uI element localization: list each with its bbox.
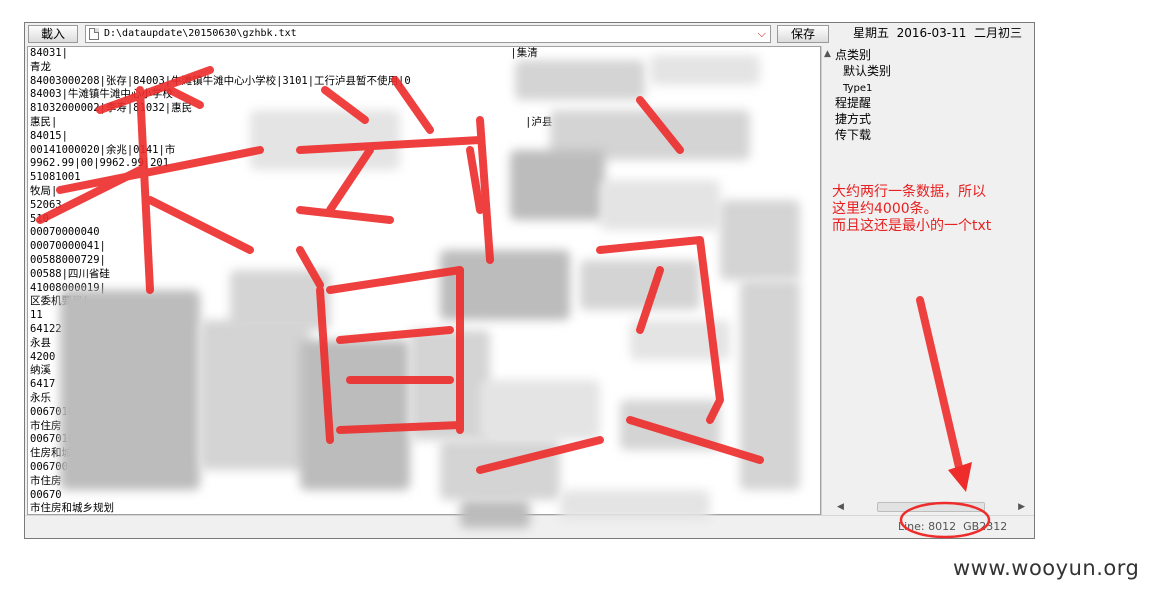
stroke-22: [626, 416, 764, 464]
stroke-12: [296, 206, 394, 224]
stroke-11: [466, 146, 484, 214]
arrow-head: [948, 462, 972, 492]
annotation-line: 这里约4000条。: [832, 201, 938, 217]
stroke-7: [321, 86, 369, 124]
stroke-6: [166, 86, 204, 109]
stroke-16: [336, 326, 454, 344]
stroke-10: [326, 146, 374, 214]
stroke-14: [316, 286, 334, 444]
stroke-24: [476, 116, 494, 264]
annotation-line: 大约两行一条数据，所以: [832, 184, 986, 200]
stroke-13: [296, 246, 324, 289]
watermark: www.wooyun.org: [953, 556, 1140, 580]
stroke-19: [636, 96, 684, 154]
red-strokes-overlay: [36, 66, 991, 539]
stroke-15: [326, 266, 464, 434]
stroke-5: [146, 196, 254, 254]
stroke-9: [296, 136, 484, 154]
stroke-21: [636, 266, 664, 334]
stroke-18: [336, 421, 464, 434]
status-highlight-circle: [899, 501, 991, 539]
annotation-note: 大约两行一条数据，所以 这里约4000条。 而且这还是最小的一个txt: [832, 184, 991, 235]
stroke-8: [391, 76, 434, 134]
annotation-line: 而且这还是最小的一个txt: [832, 218, 992, 234]
stroke-25: [916, 296, 966, 484]
stroke-2: [56, 146, 264, 194]
stroke-23: [476, 436, 604, 474]
stroke-3: [136, 86, 154, 294]
stroke-4: [36, 166, 144, 224]
